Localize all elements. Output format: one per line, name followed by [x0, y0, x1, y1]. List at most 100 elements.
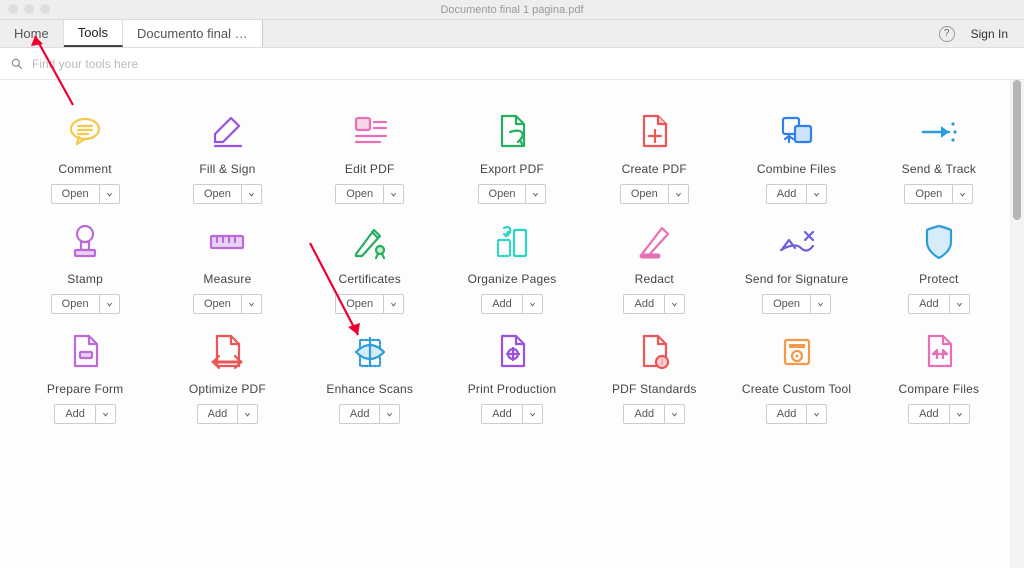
- add-button[interactable]: Add: [54, 404, 96, 424]
- tool-label: Send for Signature: [745, 272, 849, 286]
- enhance-scans-icon[interactable]: [348, 330, 392, 374]
- dropdown-button[interactable]: [96, 404, 116, 424]
- zoom-icon[interactable]: [40, 4, 50, 14]
- export-pdf-icon[interactable]: [490, 110, 534, 154]
- sign-in-button[interactable]: Sign In: [971, 27, 1008, 41]
- dropdown-button[interactable]: [669, 184, 689, 204]
- scroll-thumb[interactable]: [1013, 80, 1021, 220]
- measure-icon[interactable]: [205, 220, 249, 264]
- tool-create-custom-tool: Create Custom Tool Add: [731, 330, 861, 424]
- optimize-pdf-icon[interactable]: [205, 330, 249, 374]
- tool-label: Measure: [203, 272, 251, 286]
- add-button[interactable]: Add: [481, 294, 523, 314]
- dropdown-button[interactable]: [523, 404, 543, 424]
- open-button[interactable]: Open: [478, 184, 527, 204]
- add-button[interactable]: Add: [197, 404, 239, 424]
- tool-organize-pages: Organize Pages Add: [447, 220, 577, 314]
- tab-document[interactable]: Documento final 1...: [123, 20, 263, 47]
- open-button[interactable]: Open: [620, 184, 669, 204]
- window-title: Documento final 1 pagina.pdf: [440, 4, 583, 16]
- fill-sign-icon[interactable]: [205, 110, 249, 154]
- tool-label: Organize Pages: [468, 272, 557, 286]
- organize-pages-icon[interactable]: [490, 220, 534, 264]
- tool-label: Compare Files: [899, 382, 980, 396]
- add-button[interactable]: Add: [623, 294, 665, 314]
- print-production-icon[interactable]: [490, 330, 534, 374]
- add-button[interactable]: Add: [908, 404, 950, 424]
- dropdown-button[interactable]: [523, 294, 543, 314]
- help-icon[interactable]: ?: [939, 26, 955, 42]
- chevron-down-icon: [956, 411, 963, 418]
- dropdown-button[interactable]: [953, 184, 973, 204]
- add-button[interactable]: Add: [339, 404, 381, 424]
- send-signature-icon[interactable]: [775, 220, 819, 264]
- minimize-icon[interactable]: [24, 4, 34, 14]
- open-button[interactable]: Open: [51, 184, 100, 204]
- close-icon[interactable]: [8, 4, 18, 14]
- tool-label: Export PDF: [480, 162, 544, 176]
- dropdown-button[interactable]: [807, 404, 827, 424]
- tab-tools[interactable]: Tools: [64, 20, 123, 47]
- stamp-icon[interactable]: [63, 220, 107, 264]
- chevron-down-icon: [813, 191, 820, 198]
- titlebar: Documento final 1 pagina.pdf: [0, 0, 1024, 20]
- add-button[interactable]: Add: [481, 404, 523, 424]
- dropdown-button[interactable]: [242, 294, 262, 314]
- dropdown-button[interactable]: [950, 294, 970, 314]
- tool-protect: Protect Add: [874, 220, 1004, 314]
- certificates-icon[interactable]: [348, 220, 392, 264]
- create-pdf-icon[interactable]: [632, 110, 676, 154]
- tool-prepare-form: Prepare Form Add: [20, 330, 150, 424]
- tool-stamp: Stamp Open: [20, 220, 150, 314]
- tool-label: Redact: [635, 272, 674, 286]
- send-track-icon[interactable]: [917, 110, 961, 154]
- dropdown-button[interactable]: [384, 294, 404, 314]
- combine-files-icon[interactable]: [775, 110, 819, 154]
- dropdown-button[interactable]: [100, 184, 120, 204]
- dropdown-button[interactable]: [238, 404, 258, 424]
- pdf-standards-icon[interactable]: i: [632, 330, 676, 374]
- open-button[interactable]: Open: [193, 294, 242, 314]
- comment-icon[interactable]: [63, 110, 107, 154]
- prepare-form-icon[interactable]: [63, 330, 107, 374]
- dropdown-button[interactable]: [242, 184, 262, 204]
- dropdown-button[interactable]: [665, 294, 685, 314]
- window-controls[interactable]: [8, 4, 50, 14]
- chevron-down-icon: [248, 301, 255, 308]
- open-button[interactable]: Open: [335, 294, 384, 314]
- dropdown-button[interactable]: [100, 294, 120, 314]
- add-button[interactable]: Add: [908, 294, 950, 314]
- tool-pdf-standards: i PDF Standards Add: [589, 330, 719, 424]
- compare-files-icon[interactable]: [917, 330, 961, 374]
- search-input[interactable]: [32, 57, 332, 71]
- open-button[interactable]: Open: [762, 294, 811, 314]
- add-button[interactable]: Add: [766, 184, 808, 204]
- tool-label: Fill & Sign: [199, 162, 255, 176]
- dropdown-button[interactable]: [811, 294, 831, 314]
- chevron-down-icon: [671, 301, 678, 308]
- protect-icon[interactable]: [917, 220, 961, 264]
- dropdown-button[interactable]: [950, 404, 970, 424]
- tab-home[interactable]: Home: [0, 20, 64, 47]
- dropdown-button[interactable]: [380, 404, 400, 424]
- open-button[interactable]: Open: [335, 184, 384, 204]
- add-button[interactable]: Add: [766, 404, 808, 424]
- scrollbar[interactable]: [1010, 80, 1024, 568]
- dropdown-button[interactable]: [384, 184, 404, 204]
- redact-icon[interactable]: [632, 220, 676, 264]
- chevron-down-icon: [813, 411, 820, 418]
- chevron-down-icon: [390, 191, 397, 198]
- open-button[interactable]: Open: [51, 294, 100, 314]
- tool-measure: Measure Open: [162, 220, 292, 314]
- dropdown-button[interactable]: [807, 184, 827, 204]
- tool-send-for-signature: Send for Signature Open: [731, 220, 861, 314]
- dropdown-button[interactable]: [526, 184, 546, 204]
- tool-redact: Redact Add: [589, 220, 719, 314]
- open-button[interactable]: Open: [193, 184, 242, 204]
- dropdown-button[interactable]: [665, 404, 685, 424]
- tool-label: PDF Standards: [612, 382, 697, 396]
- create-custom-tool-icon[interactable]: [775, 330, 819, 374]
- open-button[interactable]: Open: [904, 184, 953, 204]
- add-button[interactable]: Add: [623, 404, 665, 424]
- edit-pdf-icon[interactable]: [348, 110, 392, 154]
